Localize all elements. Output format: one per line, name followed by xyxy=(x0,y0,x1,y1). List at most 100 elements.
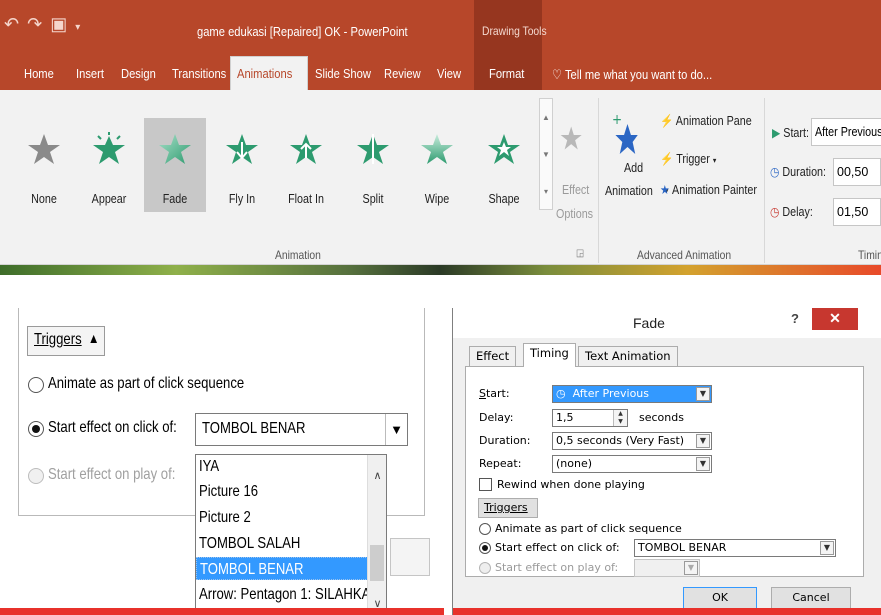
animation-painter-button[interactable]: ★ Animation Painter xyxy=(660,182,757,197)
chevron-down-icon[interactable]: ▼ xyxy=(696,434,710,448)
gallery-scrollbar[interactable]: ▲ ▼ ▾ xyxy=(539,98,553,210)
animation-group-label: Animation xyxy=(275,248,321,262)
chevron-down-icon: ▼ xyxy=(684,561,698,575)
timing-duration-label: ◷ Duration: xyxy=(770,164,826,179)
tab-home[interactable]: Home xyxy=(24,57,54,90)
tab-animations[interactable]: Animations xyxy=(230,56,309,91)
star-burst-icon xyxy=(93,132,125,164)
help-icon[interactable]: ? xyxy=(791,311,799,326)
start-select[interactable]: ◷ After Previous ▼ xyxy=(552,385,712,403)
animation-pane-button[interactable]: ⚡ Animation Pane xyxy=(660,114,752,129)
tab-format[interactable]: Format xyxy=(489,57,524,90)
repeat-value: (none) xyxy=(556,457,593,470)
chevron-down-icon[interactable]: ▼ xyxy=(696,387,710,401)
dropdown-item[interactable]: TOMBOL SALAH xyxy=(196,532,368,555)
gallery-up-icon[interactable]: ▲ xyxy=(540,99,552,136)
dropdown-item[interactable]: IYA xyxy=(196,455,368,478)
triggers-button[interactable]: Triggers ▲ xyxy=(478,498,538,532)
tab-insert[interactable]: Insert xyxy=(76,57,104,90)
animation-fly-in[interactable]: Fly In xyxy=(211,122,273,210)
delay-input[interactable]: 1,5 ▲ ▼ xyxy=(552,409,628,427)
duration-value: 0,5 seconds (Very Fast) xyxy=(556,434,685,447)
cancel-button[interactable]: Cancel xyxy=(771,587,851,609)
tab-transitions[interactable]: Transitions xyxy=(172,57,226,90)
duration-select[interactable]: 0,5 seconds (Very Fast) ▼ xyxy=(552,432,712,450)
timing-duration-input[interactable]: 00,50 xyxy=(833,158,881,186)
clock-icon: ◷ xyxy=(556,387,566,400)
chevron-down-icon[interactable]: ▼ xyxy=(820,541,834,555)
tab-timing[interactable]: Timing xyxy=(523,343,576,367)
clock-icon: ◷ xyxy=(770,165,780,179)
window-title: game edukasi [Repaired] OK - PowerPoint xyxy=(197,24,408,39)
tab-review[interactable]: Review xyxy=(384,57,421,90)
radio-click-sequence[interactable] xyxy=(479,523,491,535)
dropdown-item-label: Picture 16 xyxy=(199,483,259,500)
redo-icon[interactable]: ↷ xyxy=(27,14,50,34)
radio-start-on-play-label: Start effect on play of: xyxy=(48,466,176,483)
tab-slide-show[interactable]: Slide Show xyxy=(315,57,371,90)
animation-shape[interactable]: Shape xyxy=(473,122,535,210)
customize-qat-icon[interactable]: ▾ xyxy=(75,22,88,33)
trigger-dropdown-icon: ▾ xyxy=(712,156,717,165)
gallery-down-icon[interactable]: ▼ xyxy=(540,136,552,173)
timing-delay-input[interactable]: 01,50 xyxy=(833,198,881,226)
radio-click-sequence-label: Animate as part of click sequence xyxy=(48,375,245,392)
delay-label-text: Delay: xyxy=(782,205,813,219)
radio-click-sequence-label: Animate as part of click sequence xyxy=(495,522,682,535)
add-animation-label-2: Animation xyxy=(605,184,653,198)
gallery-more-icon[interactable]: ▾ xyxy=(540,173,552,210)
tell-me-text: Tell me what you want to do... xyxy=(564,67,713,82)
chevron-down-icon[interactable]: ▼ xyxy=(385,414,407,445)
animation-float-in[interactable]: Float In xyxy=(275,122,337,210)
delay-clock-icon: ◷ xyxy=(770,205,780,219)
scroll-up-icon[interactable]: ∧ xyxy=(368,469,386,482)
dropdown-item[interactable]: Picture 2 xyxy=(196,506,368,529)
rewind-checkbox[interactable] xyxy=(479,478,492,491)
effect-options-button[interactable] xyxy=(560,123,582,156)
timing-delay-value: 01,50 xyxy=(837,205,869,219)
animation-pane-icon: ⚡ xyxy=(660,114,674,128)
ok-button[interactable]: OK xyxy=(683,587,757,609)
click-trigger-select[interactable]: TOMBOL BENAR ▼ xyxy=(195,413,408,446)
timing-start-value: After Previous xyxy=(815,125,881,139)
start-from-beginning-icon[interactable]: ▣ xyxy=(50,14,75,34)
animation-wipe[interactable]: Wipe xyxy=(406,122,468,210)
animation-dialog-launcher-icon[interactable]: ◲ xyxy=(576,248,584,259)
powerpoint-ribbon-screenshot: ↶↷▣▾ game edukasi [Repaired] OK - PowerP… xyxy=(0,0,881,275)
close-icon[interactable]: ✕ xyxy=(812,308,858,330)
radio-start-on-click[interactable] xyxy=(479,542,491,554)
radio-start-on-click[interactable] xyxy=(28,421,44,437)
timing-start-select[interactable]: After Previous xyxy=(811,118,881,146)
triggers-collapse-icon: ▲ xyxy=(88,330,100,346)
dropdown-item[interactable]: Arrow: Pentagon 1: SILAHKAN K xyxy=(196,583,386,606)
chevron-down-icon[interactable]: ▼ xyxy=(696,457,710,471)
add-animation-button[interactable]: + xyxy=(612,112,638,163)
tab-design[interactable]: Design xyxy=(121,57,156,90)
triggers-toggle-button[interactable]: Triggers ▲ xyxy=(27,326,105,356)
tab-text-animation[interactable]: Text Animation xyxy=(578,346,678,366)
radio-start-on-play xyxy=(28,468,44,484)
dropdown-item[interactable]: Picture 16 xyxy=(196,480,368,503)
click-trigger-value: TOMBOL BENAR xyxy=(202,420,306,437)
tab-view[interactable]: View xyxy=(437,57,461,90)
radio-start-on-click-label: Start effect on click of: xyxy=(48,419,177,436)
undo-icon[interactable]: ↶ xyxy=(4,14,27,34)
trigger-dropdown-list[interactable]: IYA Picture 16 Picture 2 TOMBOL SALAH TO… xyxy=(195,454,387,615)
animation-split[interactable]: Split xyxy=(342,122,404,210)
dropdown-item-selected[interactable]: TOMBOL BENAR xyxy=(196,557,368,580)
radio-click-sequence[interactable] xyxy=(28,377,44,393)
tab-effect[interactable]: Effect xyxy=(469,346,517,366)
dropdown-scrollbar[interactable]: ∧ ∨ xyxy=(367,455,386,614)
animation-fade[interactable]: Fade xyxy=(144,118,206,212)
click-trigger-select[interactable]: TOMBOL BENAR ▼ xyxy=(634,539,836,557)
dialog-title-bar: Fade ? ✕ xyxy=(453,308,881,338)
animation-none[interactable]: None xyxy=(13,122,75,210)
animation-appear[interactable]: Appear xyxy=(78,122,140,210)
repeat-select[interactable]: (none) ▼ xyxy=(552,455,712,473)
animation-appear-label: Appear xyxy=(91,192,127,206)
scroll-thumb[interactable] xyxy=(370,545,384,581)
delay-spinner[interactable]: ▲ ▼ xyxy=(613,410,627,426)
trigger-button[interactable]: ⚡ Trigger ▾ xyxy=(660,152,716,167)
tell-me-box[interactable]: ♡ Tell me what you want to do... xyxy=(552,67,712,83)
trigger-label: Trigger xyxy=(676,152,710,166)
